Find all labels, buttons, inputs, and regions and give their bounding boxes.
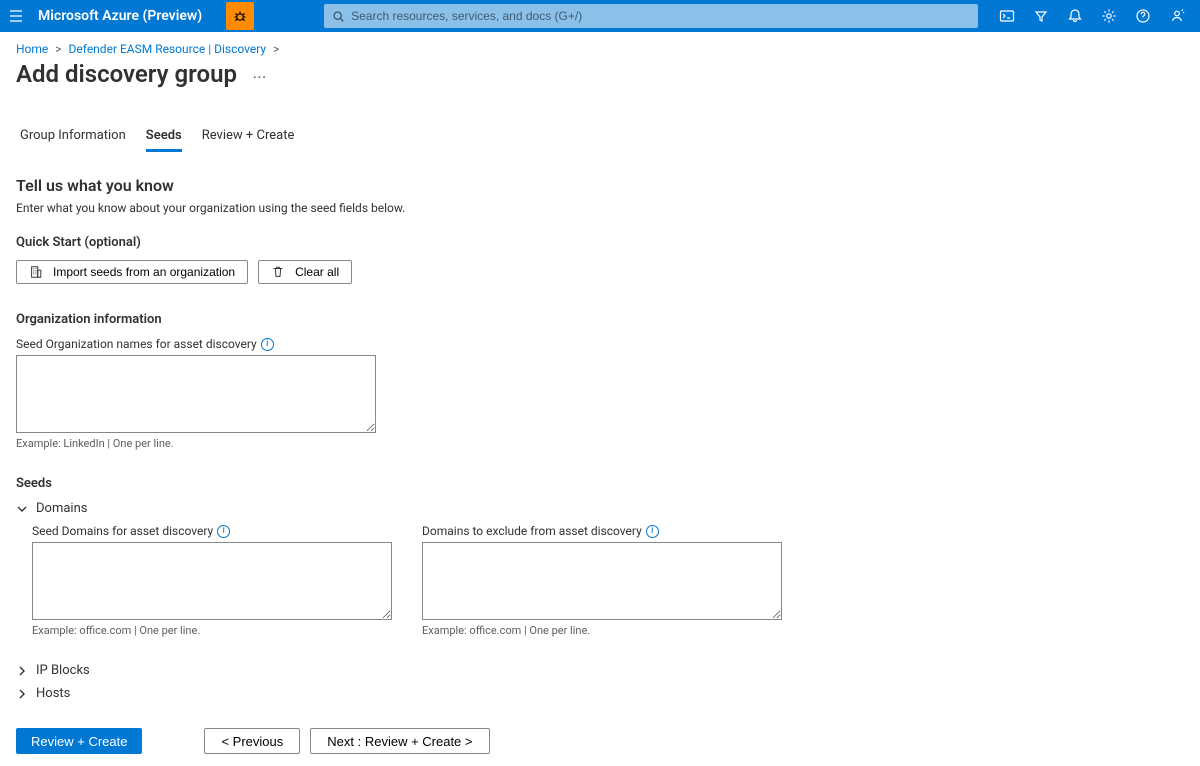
help-icon[interactable] — [1128, 1, 1158, 31]
search-icon — [332, 10, 345, 23]
org-icon — [29, 265, 43, 279]
exclude-domains-textarea[interactable] — [422, 542, 782, 620]
cloud-shell-icon[interactable] — [992, 1, 1022, 31]
accordion-domains-label: Domains — [36, 501, 87, 516]
chevron-right-icon: > — [51, 42, 65, 56]
org-hint: Example: LinkedIn | One per line. — [16, 437, 1184, 450]
review-create-button[interactable]: Review + Create — [16, 728, 142, 754]
global-search[interactable] — [324, 4, 978, 28]
breadcrumb-home[interactable]: Home — [16, 42, 48, 56]
feedback-icon[interactable] — [1162, 1, 1192, 31]
quickstart-heading: Quick Start (optional) — [16, 235, 1184, 250]
section-title: Tell us what you know — [16, 176, 1184, 195]
next-button[interactable]: Next : Review + Create > — [310, 728, 489, 754]
settings-icon[interactable] — [1094, 1, 1124, 31]
accordion-ip-blocks[interactable]: IP Blocks — [16, 663, 1184, 678]
import-seeds-button[interactable]: Import seeds from an organization — [16, 260, 248, 284]
seeds-heading: Seeds — [16, 476, 1184, 491]
accordion-hosts[interactable]: Hosts — [16, 686, 1184, 701]
seed-domains-textarea[interactable] — [32, 542, 392, 620]
filter-icon[interactable] — [1026, 1, 1056, 31]
chevron-down-icon — [16, 503, 28, 515]
tab-seeds[interactable]: Seeds — [146, 122, 182, 152]
page-title: Add discovery group — [16, 60, 237, 88]
preview-bug-badge[interactable] — [226, 2, 254, 30]
tab-review-create[interactable]: Review + Create — [202, 122, 295, 152]
chevron-right-icon: > — [269, 42, 283, 56]
chevron-right-icon — [16, 688, 28, 700]
org-names-textarea[interactable] — [16, 355, 376, 433]
accordion-domains[interactable]: Domains — [16, 501, 1184, 516]
import-seeds-label: Import seeds from an organization — [53, 265, 235, 279]
seed-domains-hint: Example: office.com | One per line. — [32, 624, 392, 637]
chevron-right-icon — [16, 665, 28, 677]
exclude-domains-hint: Example: office.com | One per line. — [422, 624, 782, 637]
breadcrumb-resource[interactable]: Defender EASM Resource | Discovery — [69, 42, 267, 56]
info-icon[interactable]: i — [217, 525, 230, 538]
seed-domains-label: Seed Domains for asset discovery — [32, 524, 213, 538]
clear-all-label: Clear all — [295, 265, 339, 279]
trash-icon — [271, 265, 285, 279]
info-icon[interactable]: i — [261, 338, 274, 351]
clear-all-button[interactable]: Clear all — [258, 260, 352, 284]
more-actions-button[interactable]: ··· — [253, 70, 267, 84]
previous-button[interactable]: < Previous — [204, 728, 300, 754]
hamburger-icon[interactable] — [8, 8, 24, 24]
section-desc: Enter what you know about your organizat… — [16, 201, 1184, 215]
accordion-hosts-label: Hosts — [36, 686, 70, 701]
notifications-icon[interactable] — [1060, 1, 1090, 31]
breadcrumb: Home > Defender EASM Resource | Discover… — [0, 32, 1200, 58]
info-icon[interactable]: i — [646, 525, 659, 538]
tab-group-information[interactable]: Group Information — [20, 122, 126, 152]
brand-title[interactable]: Microsoft Azure (Preview) — [38, 8, 202, 24]
search-input[interactable] — [345, 8, 970, 24]
org-field-label: Seed Organization names for asset discov… — [16, 337, 257, 351]
exclude-domains-label: Domains to exclude from asset discovery — [422, 524, 642, 538]
accordion-ip-blocks-label: IP Blocks — [36, 663, 90, 678]
org-heading: Organization information — [16, 312, 1184, 327]
